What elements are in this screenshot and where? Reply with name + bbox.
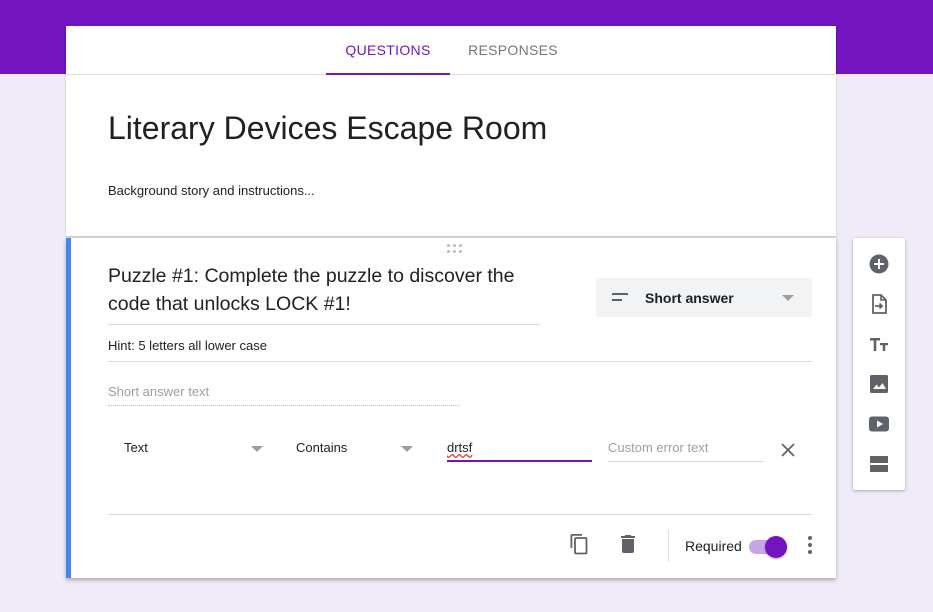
tab-bar: QUESTIONS RESPONSES [66, 26, 836, 75]
more-options-icon[interactable] [805, 534, 815, 556]
import-questions-icon[interactable] [867, 292, 891, 316]
chevron-down-icon [782, 295, 794, 301]
short-answer-icon [612, 293, 628, 302]
close-icon[interactable] [776, 438, 800, 462]
form-description[interactable]: Background story and instructions... [108, 183, 315, 198]
chevron-down-icon[interactable] [251, 446, 263, 452]
validation-value-text: drtsf [447, 440, 473, 455]
drag-handle-icon[interactable] [445, 244, 465, 254]
question-type-dropdown[interactable]: Short answer [596, 278, 812, 317]
duplicate-icon[interactable] [567, 532, 591, 556]
toggle-knob [765, 536, 787, 558]
chevron-down-icon[interactable] [401, 446, 413, 452]
required-label: Required [685, 538, 742, 554]
short-answer-placeholder: Short answer text [108, 384, 460, 406]
footer-divider [108, 514, 812, 515]
question-type-label: Short answer [645, 290, 734, 306]
add-title-icon[interactable] [867, 332, 891, 356]
tab-questions[interactable]: QUESTIONS [326, 26, 450, 75]
trash-icon[interactable] [616, 532, 640, 556]
required-toggle[interactable] [749, 536, 789, 558]
validation-value-input[interactable]: drtsf [447, 438, 592, 462]
custom-error-input[interactable]: Custom error text [608, 438, 764, 462]
question-card[interactable]: Puzzle #1: Complete the puzzle to discov… [66, 238, 836, 578]
validation-type-select[interactable]: Text [124, 440, 148, 455]
form-header-card: QUESTIONS RESPONSES Literary Devices Esc… [66, 26, 836, 236]
question-title[interactable]: Puzzle #1: Complete the puzzle to discov… [108, 262, 540, 325]
add-question-icon[interactable] [867, 252, 891, 276]
footer-separator [668, 530, 669, 562]
side-toolbar [853, 238, 905, 490]
add-section-icon[interactable] [867, 452, 891, 476]
add-image-icon[interactable] [867, 372, 891, 396]
form-title[interactable]: Literary Devices Escape Room [108, 110, 547, 147]
validation-condition-select[interactable]: Contains [296, 440, 347, 455]
tab-responses[interactable]: RESPONSES [450, 26, 576, 74]
question-description[interactable]: Hint: 5 letters all lower case [108, 338, 812, 362]
add-video-icon[interactable] [867, 412, 891, 436]
